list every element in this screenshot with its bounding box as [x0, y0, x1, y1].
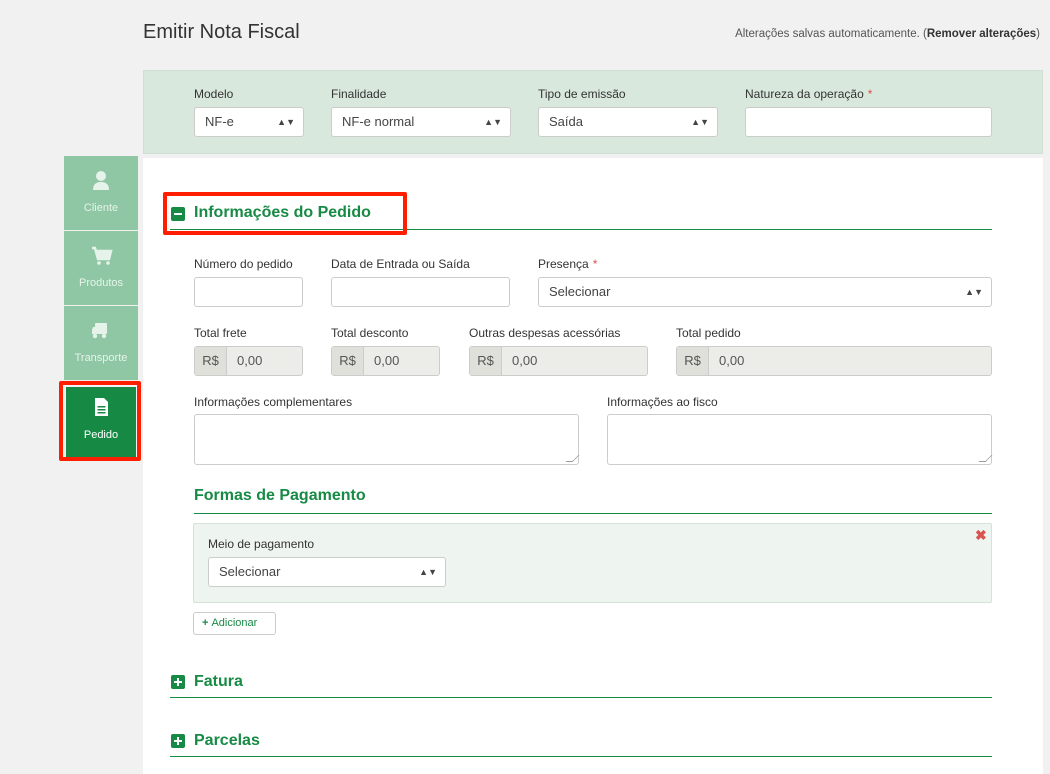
remove-changes-link[interactable]: Remover alterações: [927, 28, 1036, 40]
cart-icon: [92, 246, 113, 265]
tipo-emissao-label: Tipo de emissão: [538, 87, 626, 101]
data-entrada-saida-input[interactable]: [331, 277, 510, 307]
expand-plus-icon[interactable]: [171, 734, 185, 748]
truck-icon: [92, 323, 107, 339]
add-payment-button[interactable]: + Adicionar: [193, 612, 276, 635]
autosave-text: Alterações salvas automaticamente. (: [735, 28, 927, 40]
currency-prefix: R$: [195, 347, 227, 375]
outras-despesas-value: 0,00: [512, 353, 538, 368]
tipo-emissao-select[interactable]: Saída ▲▼: [538, 107, 718, 137]
currency-prefix: R$: [470, 347, 502, 375]
sidebar-item-transporte[interactable]: Transporte: [64, 306, 138, 380]
sidebar-label-transporte: Transporte: [74, 352, 128, 364]
total-frete-value: 0,00: [237, 353, 263, 368]
tipo-emissao-value: Saída: [549, 114, 583, 129]
numero-pedido-input[interactable]: [194, 277, 303, 307]
outras-despesas-label: Outras despesas acessórias: [469, 326, 621, 340]
meio-pagamento-select[interactable]: Selecionar ▲▼: [208, 557, 446, 587]
required-mark: *: [867, 87, 873, 101]
remove-payment-icon[interactable]: ✖: [975, 527, 987, 544]
parcelas-section-title: Parcelas: [194, 732, 260, 749]
natureza-label-text: Natureza da operação: [745, 87, 864, 101]
numero-pedido-label: Número do pedido: [194, 257, 293, 271]
sidebar-item-produtos[interactable]: Produtos: [64, 231, 138, 305]
finalidade-select[interactable]: NF-e normal ▲▼: [331, 107, 511, 137]
select-arrows-icon: ▲▼: [691, 117, 709, 127]
presenca-select[interactable]: Selecionar ▲▼: [538, 277, 992, 307]
required-mark: *: [592, 257, 598, 271]
add-payment-label: Adicionar: [211, 617, 258, 629]
select-arrows-icon: ▲▼: [965, 287, 983, 297]
highlight-box-pedido-section: [163, 192, 407, 235]
total-frete-field: R$ 0,00: [194, 346, 303, 376]
outras-despesas-field: R$ 0,00: [469, 346, 648, 376]
info-complementares-textarea[interactable]: [194, 414, 580, 465]
data-entrada-saida-label: Data de Entrada ou Saída: [331, 257, 470, 271]
total-desconto-label: Total desconto: [331, 326, 409, 340]
meio-pagamento-label: Meio de pagamento: [208, 537, 315, 551]
parcelas-section-header[interactable]: [170, 726, 992, 757]
info-fisco-label: Informações ao fisco: [607, 395, 718, 409]
currency-prefix: R$: [332, 347, 364, 375]
total-pedido-value: 0,00: [719, 353, 745, 368]
meio-pagamento-value: Selecionar: [219, 564, 281, 579]
select-arrows-icon: ▲▼: [484, 117, 502, 127]
pagamento-section-title: Formas de Pagamento: [194, 487, 366, 504]
info-fisco-textarea[interactable]: [607, 414, 993, 465]
select-arrows-icon: ▲▼: [419, 567, 437, 577]
info-complementares-label: Informações complementares: [194, 395, 353, 409]
resize-grip-icon[interactable]: [978, 455, 993, 462]
total-pedido-label: Total pedido: [676, 326, 741, 340]
autosave-close-paren: ): [1036, 28, 1040, 40]
page-title: Emitir Nota Fiscal: [143, 21, 300, 43]
finalidade-label: Finalidade: [331, 87, 387, 101]
natureza-operacao-label: Natureza da operação *: [745, 87, 872, 101]
natureza-operacao-input[interactable]: [745, 107, 992, 137]
highlight-box-pedido-tab: [59, 381, 141, 461]
fatura-section-title: Fatura: [194, 673, 243, 690]
expand-plus-icon[interactable]: [171, 675, 185, 689]
total-frete-label: Total frete: [194, 326, 247, 340]
sidebar-label-cliente: Cliente: [83, 202, 119, 214]
modelo-select[interactable]: NF-e ▲▼: [194, 107, 304, 137]
total-desconto-field: R$ 0,00: [331, 346, 440, 376]
presenca-value: Selecionar: [549, 284, 611, 299]
sidebar-item-cliente[interactable]: Cliente: [64, 156, 138, 230]
resize-grip-icon[interactable]: [565, 455, 580, 462]
modelo-label: Modelo: [194, 87, 234, 101]
select-arrows-icon: ▲▼: [277, 117, 295, 127]
autosave-status: Alterações salvas automaticamente. (Remo…: [735, 28, 1040, 40]
user-icon: [93, 171, 109, 190]
plus-icon: +: [202, 617, 209, 629]
total-desconto-value: 0,00: [374, 353, 400, 368]
modelo-value: NF-e: [205, 114, 234, 129]
fatura-section-header[interactable]: [170, 666, 992, 698]
presenca-label-text: Presença: [538, 257, 589, 271]
currency-prefix: R$: [677, 347, 709, 375]
total-pedido-field: R$ 0,00: [676, 346, 992, 376]
presenca-label: Presença *: [538, 257, 597, 271]
sidebar-label-produtos: Produtos: [78, 277, 124, 289]
finalidade-value: NF-e normal: [342, 114, 415, 129]
